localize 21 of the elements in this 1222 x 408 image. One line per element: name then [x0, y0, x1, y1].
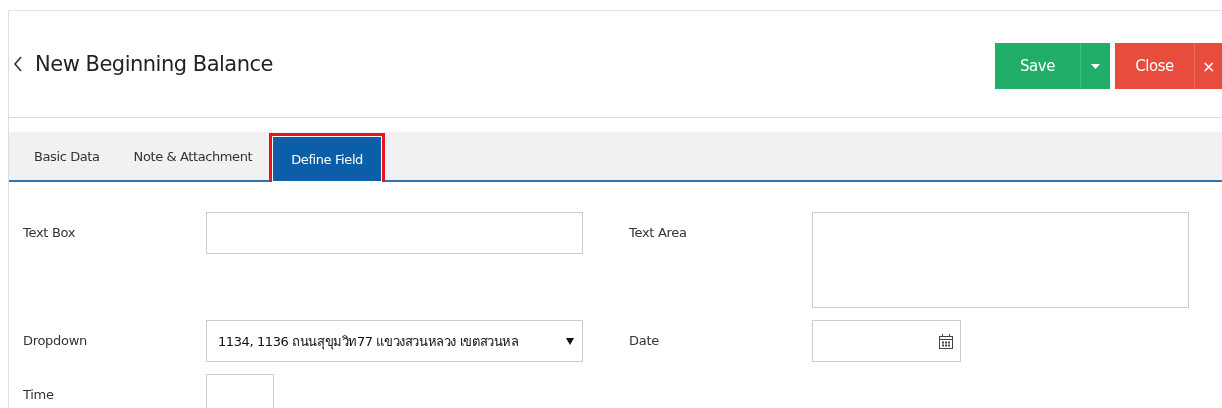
text-field[interactable]	[206, 212, 583, 254]
caret-icon	[566, 337, 574, 345]
time-field[interactable]	[206, 374, 274, 408]
field-label: Time	[23, 386, 55, 404]
tab[interactable]: Basic Data	[17, 132, 117, 180]
calendar-icon	[938, 332, 954, 350]
tab[interactable]: Note & Attachment	[116, 132, 270, 180]
text-area[interactable]	[812, 212, 1189, 308]
back-icon[interactable]	[13, 56, 23, 72]
close-button[interactable]: Close	[1115, 43, 1194, 89]
dropdown-field[interactable]: 1134, 1136 ถนนสุขุมวิท77 แขวงสวนหลวง เขตสวนหล	[206, 320, 583, 362]
field-label: Text Area	[629, 224, 688, 242]
field-label: Dropdown	[23, 332, 88, 350]
caret-icon	[1091, 63, 1100, 69]
date-field[interactable]	[812, 320, 961, 362]
field-label: Date	[629, 332, 660, 350]
save-menu-button[interactable]	[1080, 43, 1110, 89]
close-x-button[interactable]: ×	[1194, 43, 1222, 89]
field-label: Text Box	[23, 224, 77, 242]
tab[interactable]: Define Field	[272, 136, 382, 182]
page-title: New Beginning Balance	[35, 52, 273, 76]
